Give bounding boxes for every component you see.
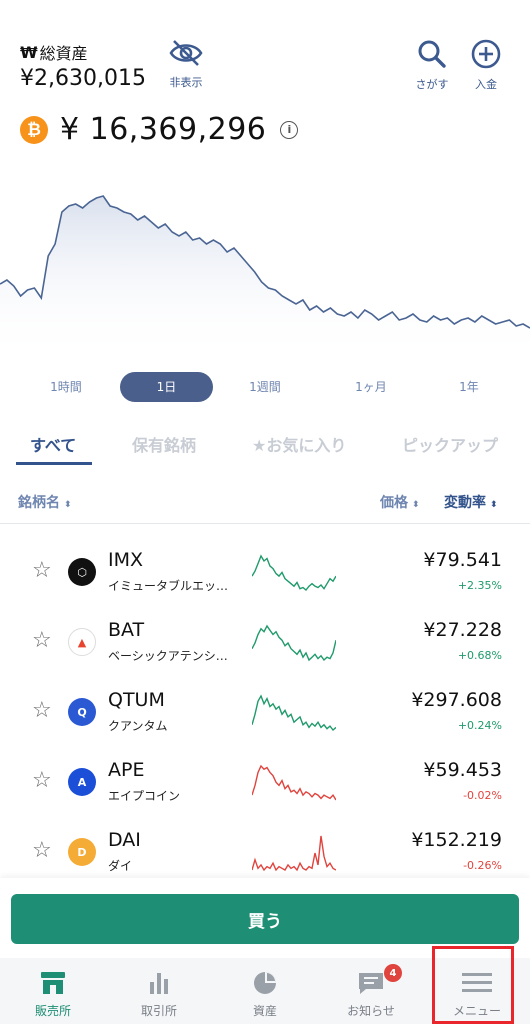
coin-symbol: IMX <box>108 549 144 571</box>
coin-change: +2.35% <box>457 579 502 592</box>
coin-row-qtum[interactable]: ☆ Q QTUM クアンタム ¥297.608 +0.24% <box>0 676 530 746</box>
total-assets-label: 総資産 <box>39 44 88 63</box>
tab-holdings[interactable]: 保有銘柄 <box>132 432 196 456</box>
period-1w[interactable]: 1週間 <box>230 372 300 402</box>
bat-coin-icon: ▲ <box>68 628 96 656</box>
coin-sparkline <box>252 694 336 732</box>
period-1y[interactable]: 1年 <box>436 372 502 402</box>
coin-name: クアンタム <box>108 719 168 733</box>
coin-name: エイプコイン <box>108 789 181 803</box>
dai-coin-icon: D <box>68 838 96 866</box>
coin-price: ¥27.228 <box>423 619 502 641</box>
deposit-button[interactable]: 入金 <box>464 38 508 92</box>
favorite-star-icon[interactable]: ☆ <box>32 840 52 862</box>
coin-price: ¥79.541 <box>423 549 502 571</box>
coin-name: イミュータブルエッ… <box>108 579 229 593</box>
nav-label: 取引所 <box>140 1004 177 1018</box>
buy-button[interactable]: 買う <box>11 894 519 944</box>
sort-bar: 銘柄名 ⬍ 価格 ⬍ 変動率 ⬍ <box>0 480 530 524</box>
favorite-star-icon[interactable]: ☆ <box>32 560 52 582</box>
period-1h[interactable]: 1時間 <box>32 372 100 402</box>
bitcoin-icon: ₿ <box>20 115 48 144</box>
plus-circle-icon <box>471 39 501 69</box>
won-icon: ₩ <box>20 42 38 62</box>
deposit-label: 入金 <box>475 78 497 91</box>
coin-row-imx[interactable]: ☆ ⬡ IMX イミュータブルエッ… ¥79.541 +2.35% <box>0 536 530 606</box>
total-assets-label-row: ₩ 総資産 <box>20 40 88 64</box>
coin-sparkline <box>252 835 336 872</box>
active-tab-underline <box>16 462 92 465</box>
period-1m[interactable]: 1ヶ月 <box>336 372 406 402</box>
favorite-star-icon[interactable]: ☆ <box>32 770 52 792</box>
coin-sparkline <box>252 624 336 662</box>
coin-change: -0.02% <box>463 789 502 802</box>
notification-badge: 4 <box>384 964 402 982</box>
tab-all[interactable]: すべて <box>30 432 76 456</box>
coin-list: ☆ ⬡ IMX イミュータブルエッ… ¥79.541 +2.35% ☆ ▲ BA… <box>0 536 530 876</box>
search-label: さがす <box>415 78 449 91</box>
sort-name-label: 銘柄名 <box>18 495 60 511</box>
coin-symbol: APE <box>108 759 145 781</box>
coin-name: ベーシックアテンシ… <box>108 649 228 663</box>
sort-change-label: 変動率 <box>444 495 486 511</box>
coin-row-dai[interactable]: ☆ D DAI ダイ ¥152.219 -0.26% <box>0 816 530 876</box>
coin-change: +0.24% <box>457 719 502 732</box>
qtum-coin-icon: Q <box>68 698 96 726</box>
period-1d[interactable]: 1日 <box>120 372 213 402</box>
coin-name: ダイ <box>108 859 133 873</box>
search-icon <box>418 40 446 68</box>
nav-label: お知らせ <box>347 1004 395 1018</box>
tab-pickup[interactable]: ピックアップ <box>402 432 498 456</box>
tab-favorites[interactable]: ★お気に入り <box>252 432 346 456</box>
nav-label: 販売所 <box>34 1004 71 1018</box>
message-icon <box>359 973 383 994</box>
coin-price: ¥59.453 <box>423 759 502 781</box>
coin-price: ¥152.219 <box>411 829 502 851</box>
chart-area <box>0 196 530 360</box>
btc-price-row: ₿ ¥ 16,369,296 i <box>20 112 299 147</box>
coin-change: -0.26% <box>463 859 502 872</box>
sort-price-label: 価格 <box>380 495 408 511</box>
favorite-star-icon[interactable]: ☆ <box>32 700 52 722</box>
hide-balance-label: 非表示 <box>169 76 203 89</box>
coin-symbol: QTUM <box>108 689 165 711</box>
info-icon[interactable]: i <box>280 120 299 139</box>
eye-off-icon <box>169 40 203 66</box>
coin-row-ape[interactable]: ☆ A APE エイプコイン ¥59.453 -0.02% <box>0 746 530 816</box>
total-assets-value: ¥2,630,015 <box>20 66 146 91</box>
filter-tabs: すべて 保有銘柄 ★お気に入り ピックアップ <box>0 420 530 466</box>
nav-item-exchange[interactable]: 取引所 <box>106 958 212 1024</box>
coin-row-bat[interactable]: ☆ ▲ BAT ベーシックアテンシ… ¥27.228 +0.68% <box>0 606 530 676</box>
sort-arrow-icon: ⬍ <box>412 500 420 510</box>
btc-price-value: ¥ 16,369,296 <box>60 112 267 147</box>
menu-highlight-box <box>432 946 514 1024</box>
coin-symbol: DAI <box>108 829 141 851</box>
nav-label: 資産 <box>252 1004 277 1018</box>
sort-arrow-icon: ⬍ <box>490 500 498 510</box>
sort-by-change[interactable]: 変動率 ⬍ <box>444 492 498 512</box>
nav-item-assets[interactable]: 資産 <box>212 958 318 1024</box>
ape-coin-icon: A <box>68 768 96 796</box>
sort-by-price[interactable]: 価格 ⬍ <box>380 492 420 512</box>
sort-by-name[interactable]: 銘柄名 ⬍ <box>18 492 72 512</box>
hide-balance-button[interactable]: 非表示 <box>162 38 210 90</box>
nav-item-notifications[interactable]: 4 お知らせ <box>318 958 424 1024</box>
period-selector: 1時間 1日 1週間 1ヶ月 1年 <box>0 372 530 404</box>
coin-change: +0.68% <box>457 649 502 662</box>
favorite-star-icon[interactable]: ☆ <box>32 630 52 652</box>
btc-price-chart <box>0 195 530 360</box>
shop-icon <box>41 972 65 994</box>
coin-symbol: BAT <box>108 619 145 641</box>
bar-chart-icon <box>150 973 168 994</box>
coin-sparkline <box>252 554 336 591</box>
search-button[interactable]: さがす <box>410 38 454 92</box>
imx-coin-icon: ⬡ <box>68 558 96 586</box>
coin-price: ¥297.608 <box>411 689 502 711</box>
nav-item-shop[interactable]: 販売所 <box>0 958 106 1024</box>
coin-sparkline <box>252 764 336 801</box>
header: ₩ 総資産 ¥2,630,015 非表示 さがす 入金 ₿ ¥ 16,369,2… <box>0 0 530 150</box>
sort-arrow-icon: ⬍ <box>64 500 72 510</box>
pie-chart-icon <box>254 972 276 994</box>
